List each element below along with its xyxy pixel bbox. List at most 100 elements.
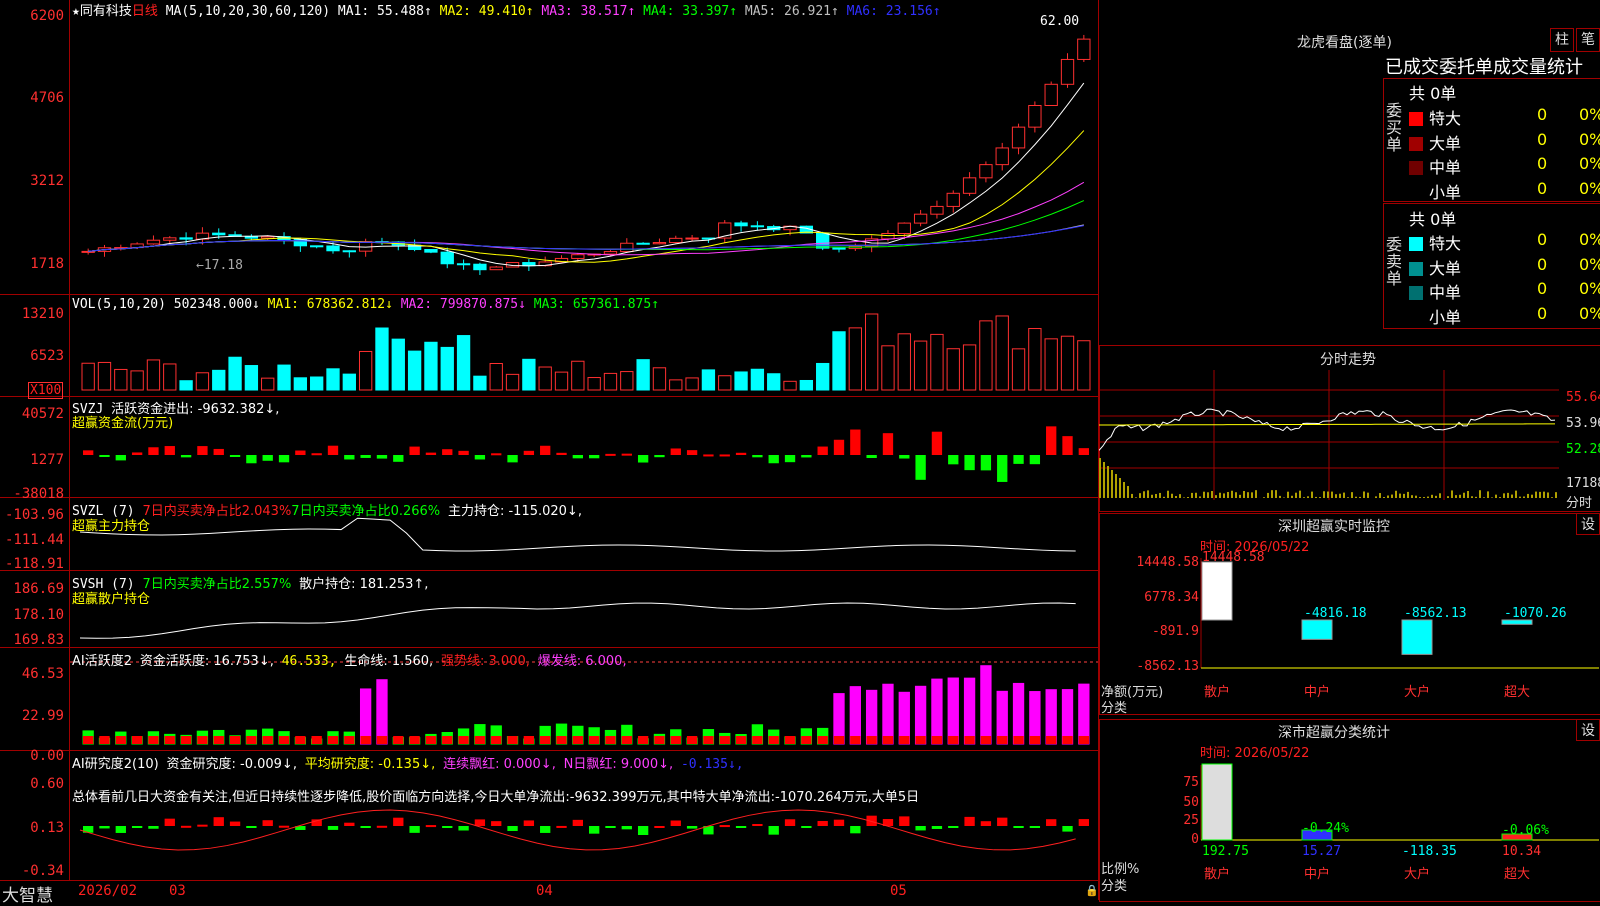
flow-bar [214,449,224,455]
intraday-price: 52.28 [1566,442,1600,457]
intraday-vol-bar [1131,494,1133,498]
activity-base [556,736,566,744]
intraday-vol-bar [1527,494,1529,498]
tick-toggle-button[interactable]: 笔 [1576,28,1600,52]
intraday-vol-bar [1227,492,1229,498]
order-row: 特大00% [1409,230,1599,254]
volume-bar [963,345,975,390]
intraday-vol-bar [1319,497,1321,498]
price-panel-header: ★同有科技日线 MA(5,10,20,30,60,120) MA1: 55.48… [72,0,941,19]
intraday-vol-bar [1279,496,1281,498]
intraday-vol-bar [1503,493,1505,498]
intraday-vol-bar [1235,492,1237,498]
activity-base [165,736,175,744]
vol-tick: 6523 [0,348,64,364]
class-category: 中户 [1304,866,1330,882]
flow-bar [752,455,762,457]
flow-bar [915,455,925,480]
intraday-vol-bar [1251,492,1253,498]
volume-bar [719,376,731,390]
candle [572,255,584,259]
volume-bar [702,370,714,390]
settings-button[interactable]: 设 [1576,719,1600,741]
vol-unit-badge[interactable]: X100 [28,382,63,399]
intraday-vol-bar [1347,497,1349,498]
lock-icon[interactable]: 🔒 [1085,884,1099,897]
activity-base [409,736,419,744]
volume-bar [180,381,192,390]
activity-base [589,736,599,744]
candle [262,237,274,239]
order-count: 0 [1537,304,1547,323]
flow-bar [295,451,305,455]
volume-bar [735,372,747,390]
activity-bar [377,680,387,744]
ai-research-header: AI研究度2(10) 资金研究度: -0.009↓, 平均研究度: -0.135… [72,753,744,772]
activity-base [671,736,681,744]
intraday-vol-bar [1239,495,1241,498]
candle [82,251,94,252]
color-swatch [1409,237,1423,251]
research-bar [458,826,468,831]
research-bar [116,826,126,833]
order-count: 0 [1537,279,1547,298]
intraday-chart[interactable] [1099,370,1600,510]
intraday-vol-bar [1267,493,1269,498]
flow-bar [1013,455,1023,464]
candle [931,206,943,214]
panel-separator [0,750,1098,751]
activity-base [377,736,387,744]
intraday-vol-bar [1511,495,1513,498]
ma6-value: MA6: 23.156↑ [847,4,941,19]
intraday-vol-bar [1435,496,1437,498]
candle [996,148,1008,165]
flow-bar [475,455,485,459]
ai-active-tick: 0.00 [0,748,64,764]
intraday-vol-bar [1211,491,1213,498]
star-icon[interactable]: ★ [72,4,80,19]
intraday-vol-bar [1507,493,1509,498]
intraday-vol-bar [1487,491,1489,498]
intraday-vol-bar [1427,497,1429,498]
flow-bar [230,455,240,457]
ai-research-t4: N日飘红: 9.000↓, [564,757,673,772]
intraday-vol-bar [1463,493,1465,498]
intraday-vol-bar [1143,491,1145,498]
activity-base [866,736,876,744]
flow-bar [589,455,599,458]
monitor-value-label: -8562.13 [1404,606,1467,621]
volume-bar [1061,336,1073,390]
vol-ma3: MA3: 657361.875↑ [534,297,659,312]
activity-base [654,736,664,744]
settings-button[interactable]: 设 [1576,513,1600,535]
research-bar [165,819,175,826]
flow-bar [671,448,681,455]
activity-bar [932,679,942,744]
activity-base [312,736,322,744]
period-label[interactable]: 日线 [132,4,158,19]
buy-total: 共 0单 [1409,80,1456,104]
column-toggle-button[interactable]: 柱 [1550,28,1574,52]
candle [1045,84,1057,105]
order-size-label: 特大 [1429,109,1461,128]
order-pct: 0% [1579,105,1600,124]
candle [817,233,829,248]
brand-logo: 大智慧 [2,881,53,906]
activity-base [83,736,93,744]
flow-bar [1079,448,1089,455]
flow-bar [605,454,615,456]
intraday-vol-bar [1219,493,1221,498]
activity-base [997,736,1007,744]
sell-side-label: 委卖单 [1386,236,1402,287]
intraday-vol-bar [1491,497,1493,498]
research-bar [214,817,224,826]
chart-canvas[interactable] [0,0,1098,880]
research-bar [230,822,240,826]
vol-value: 502348.000↓ [174,297,260,312]
candle [751,226,763,227]
activity-base [148,736,158,744]
order-pct: 0% [1579,255,1600,274]
activity-base [915,736,925,744]
intraday-vol-bar [1291,496,1293,498]
svzl-t1: 7日内买卖净占比2.043% [142,504,291,519]
